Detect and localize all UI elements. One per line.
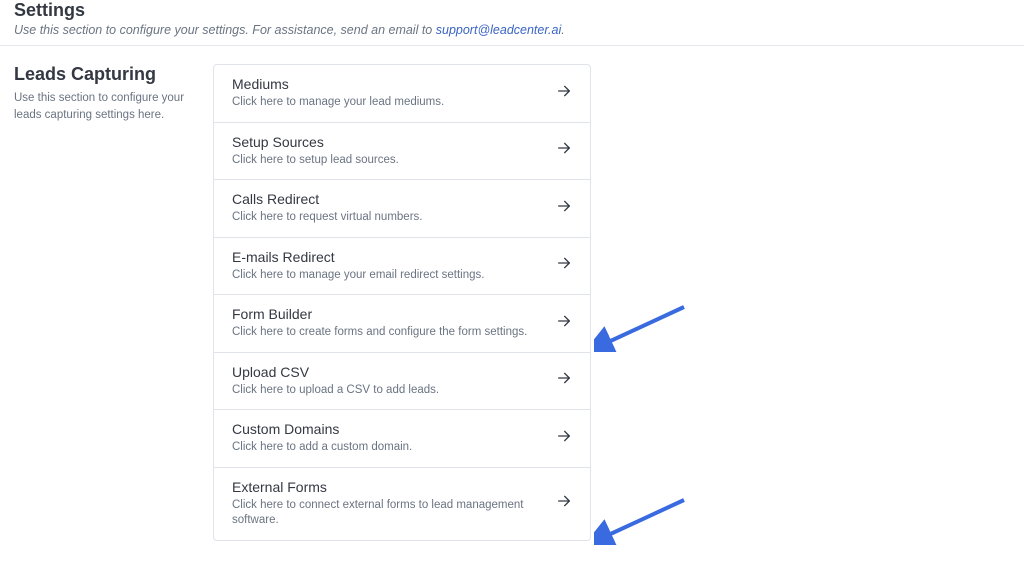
settings-row-external-forms[interactable]: External Forms Click here to connect ext… xyxy=(214,468,590,540)
settings-row-setup-sources[interactable]: Setup Sources Click here to setup lead s… xyxy=(214,123,590,181)
arrow-right-icon xyxy=(556,370,572,391)
arrow-right-icon xyxy=(556,140,572,161)
settings-row-upload-csv[interactable]: Upload CSV Click here to upload a CSV to… xyxy=(214,353,590,411)
row-title: E-mails Redirect xyxy=(232,249,546,265)
page-header: Settings Use this section to configure y… xyxy=(0,0,1024,46)
row-desc: Click here to request virtual numbers. xyxy=(232,210,546,226)
settings-row-calls-redirect[interactable]: Calls Redirect Click here to request vir… xyxy=(214,180,590,238)
row-desc: Click here to manage your lead mediums. xyxy=(232,95,546,111)
settings-list: Mediums Click here to manage your lead m… xyxy=(213,64,591,541)
section-subtitle: Use this section to configure your leads… xyxy=(14,90,213,123)
content-area: Leads Capturing Use this section to conf… xyxy=(0,46,1024,541)
arrow-right-icon xyxy=(556,428,572,449)
arrow-right-icon xyxy=(556,255,572,276)
settings-row-form-builder[interactable]: Form Builder Click here to create forms … xyxy=(214,295,590,353)
row-desc: Click here to upload a CSV to add leads. xyxy=(232,383,546,399)
row-desc: Click here to manage your email redirect… xyxy=(232,268,546,284)
row-desc: Click here to add a custom domain. xyxy=(232,440,546,456)
row-desc: Click here to setup lead sources. xyxy=(232,153,546,169)
support-email-link[interactable]: support@leadcenter.ai xyxy=(436,23,562,37)
row-title: Setup Sources xyxy=(232,134,546,150)
row-text: Mediums Click here to manage your lead m… xyxy=(232,76,556,111)
row-text: Calls Redirect Click here to request vir… xyxy=(232,191,556,226)
row-text: External Forms Click here to connect ext… xyxy=(232,479,556,529)
row-text: Upload CSV Click here to upload a CSV to… xyxy=(232,364,556,399)
arrow-right-icon xyxy=(556,198,572,219)
page-subtitle: Use this section to configure your setti… xyxy=(14,23,1010,37)
settings-row-custom-domains[interactable]: Custom Domains Click here to add a custo… xyxy=(214,410,590,468)
row-title: Form Builder xyxy=(232,306,546,322)
arrow-right-icon xyxy=(556,493,572,514)
section-sidebar: Leads Capturing Use this section to conf… xyxy=(14,64,213,541)
row-title: Mediums xyxy=(232,76,546,92)
row-text: E-mails Redirect Click here to manage yo… xyxy=(232,249,556,284)
row-desc: Click here to connect external forms to … xyxy=(232,498,546,529)
subtitle-prefix: Use this section to configure your setti… xyxy=(14,23,436,37)
row-text: Setup Sources Click here to setup lead s… xyxy=(232,134,556,169)
row-title: Upload CSV xyxy=(232,364,546,380)
settings-row-mediums[interactable]: Mediums Click here to manage your lead m… xyxy=(214,65,590,123)
row-text: Form Builder Click here to create forms … xyxy=(232,306,556,341)
row-title: Calls Redirect xyxy=(232,191,546,207)
subtitle-suffix: . xyxy=(561,23,564,37)
row-title: Custom Domains xyxy=(232,421,546,437)
row-title: External Forms xyxy=(232,479,546,495)
page-title: Settings xyxy=(14,0,1010,21)
arrow-right-icon xyxy=(556,83,572,104)
row-text: Custom Domains Click here to add a custo… xyxy=(232,421,556,456)
arrow-right-icon xyxy=(556,313,572,334)
section-title: Leads Capturing xyxy=(14,64,213,85)
row-desc: Click here to create forms and configure… xyxy=(232,325,546,341)
settings-row-emails-redirect[interactable]: E-mails Redirect Click here to manage yo… xyxy=(214,238,590,296)
